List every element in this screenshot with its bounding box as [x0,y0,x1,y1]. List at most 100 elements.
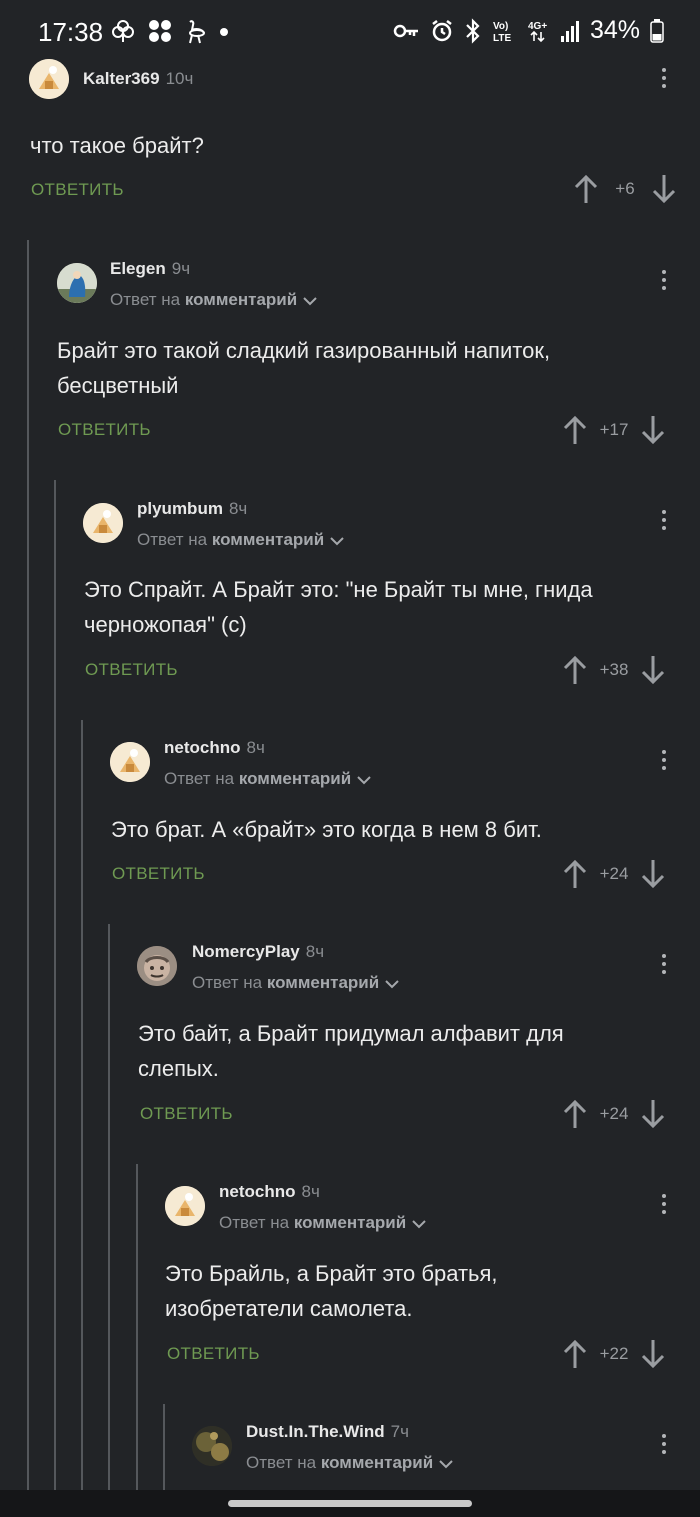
reply-to[interactable]: Ответ на комментарий [246,1453,454,1473]
status-right: Vo) LTE 4G+ 34% [392,16,664,45]
thread-line-5 [136,1164,138,1490]
reply-to[interactable]: Ответ на комментарий [164,769,372,789]
downvote-icon[interactable] [639,1338,667,1370]
downvote-icon[interactable] [639,1098,667,1130]
reply-to[interactable]: Ответ на комментарий [137,530,345,550]
reply-to[interactable]: Ответ на комментарий [219,1213,427,1233]
avatar[interactable] [83,503,123,543]
vote-controls: +6 [572,173,678,205]
signal-icon [560,19,580,43]
thread-line-1 [27,240,29,1490]
upvote-icon[interactable] [561,1338,589,1370]
dot-icon [218,18,230,44]
chevron-down-icon [438,1458,454,1470]
avatar[interactable] [29,59,69,99]
username[interactable]: plyumbum 8ч [137,499,247,519]
vote-controls: +24 [561,1098,667,1130]
username[interactable]: Elegen 9ч [110,259,190,279]
reply-button[interactable]: ОТВЕТИТЬ [112,864,205,884]
comment-time: 8ч [246,738,265,757]
username[interactable]: netochno 8ч [219,1182,320,1202]
more-options-icon[interactable] [654,743,674,777]
comment-time: 8ч [228,499,248,518]
vote-controls: +22 [561,1338,667,1370]
more-options-icon[interactable] [654,263,674,297]
flower-icon [110,18,136,44]
reply-button[interactable]: ОТВЕТИТЬ [167,1344,260,1364]
downvote-icon[interactable] [639,654,667,686]
cluster-icon [146,18,174,44]
downvote-icon[interactable] [639,414,667,446]
reply-to[interactable]: Ответ на комментарий [192,973,400,993]
chevron-down-icon [356,774,372,786]
comment-text: Это байт, а Брайт придумал алфавит для с… [138,1021,564,1081]
chevron-down-icon [411,1218,427,1230]
downvote-icon[interactable] [639,858,667,890]
username[interactable]: NomercyPlay 8ч [192,942,324,962]
upvote-icon[interactable] [561,414,589,446]
avatar[interactable] [137,946,177,986]
svg-text:LTE: LTE [493,33,511,44]
upvote-icon[interactable] [561,1098,589,1130]
key-icon [392,20,420,42]
vote-controls: +38 [561,654,667,686]
more-options-icon[interactable] [654,947,674,981]
reply-button[interactable]: ОТВЕТИТЬ [140,1104,233,1124]
avatar[interactable] [165,1186,205,1226]
thread-line-4 [108,924,110,1490]
score: +38 [599,660,629,679]
reply-button[interactable]: ОТВЕТИТЬ [58,420,151,440]
volte-icon: Vo) LTE [492,18,516,44]
chevron-down-icon [329,535,345,547]
comment-time: 10ч [165,69,194,88]
comment-text: Это Брайль, а Брайт это братья, изобрета… [165,1261,498,1321]
upvote-icon[interactable] [561,858,589,890]
comment-time: 9ч [171,259,191,278]
avatar[interactable] [192,1426,232,1466]
alarm-icon [430,19,454,43]
score: +17 [599,420,629,439]
status-time: 17:38 [38,17,104,47]
home-indicator[interactable] [228,1500,472,1507]
upvote-icon[interactable] [561,654,589,686]
reply-button[interactable]: ОТВЕТИТЬ [85,660,178,680]
downvote-icon[interactable] [650,173,678,205]
avatar[interactable] [57,263,97,303]
thread-line-6 [163,1404,165,1490]
more-options-icon[interactable] [654,1187,674,1221]
vote-controls: +24 [561,858,667,890]
reply-button[interactable]: ОТВЕТИТЬ [31,180,124,200]
thread-line-2 [54,480,56,1490]
username[interactable]: Dust.In.The.Wind 7ч [246,1422,409,1442]
more-options-icon[interactable] [654,503,674,537]
vote-controls: +17 [561,414,667,446]
svg-text:Vo): Vo) [493,21,508,32]
chevron-down-icon [302,295,318,307]
thread-line-3 [81,720,83,1490]
comment-time: 7ч [390,1422,409,1441]
score: +24 [599,864,629,883]
score: +24 [599,1104,629,1123]
comment-time: 8ч [301,1182,320,1201]
ostrich-icon [184,18,208,44]
comment-text: что такое брайт? [30,133,204,158]
chevron-down-icon [384,978,400,990]
username[interactable]: netochno 8ч [164,738,265,758]
status-bar: 17:38 Vo) LTE 4G+ 34% [0,0,700,60]
username[interactable]: Kalter369 10ч [83,69,193,89]
score: +22 [599,1344,629,1363]
battery-icon [650,18,664,43]
avatar[interactable] [110,742,150,782]
score: +6 [615,179,635,198]
screen: 17:38 Vo) LTE 4G+ 34% Kalter369 10ч что … [0,0,700,1517]
upvote-icon[interactable] [572,173,600,205]
status-left-icons [110,18,230,44]
more-options-icon[interactable] [654,1427,674,1461]
comment-text: Брайт это такой сладкий газированный нап… [57,338,551,398]
svg-text:4G+: 4G+ [528,21,547,32]
comment-text: Это Спрайт. А Брайт это: "не Брайт ты мн… [84,577,593,637]
more-options-icon[interactable] [654,61,674,95]
reply-to[interactable]: Ответ на комментарий [110,290,318,310]
comment-text: Это брат. А «брайт» это когда в нем 8 би… [111,817,542,842]
bluetooth-icon [464,17,482,44]
